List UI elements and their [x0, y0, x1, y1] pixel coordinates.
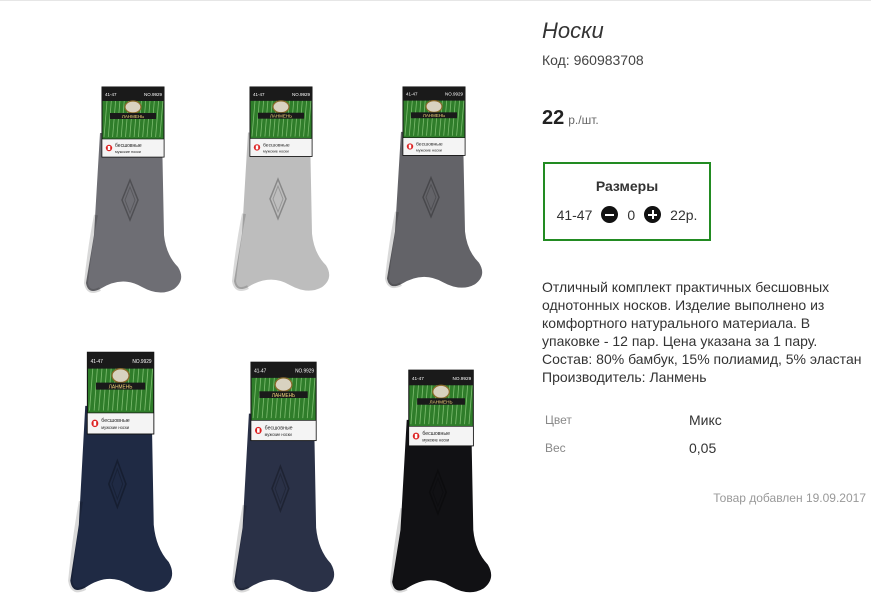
size-row: 41-47 0 22р.: [545, 206, 709, 223]
package-caption-mens: мужские носки: [265, 432, 293, 437]
size-label: 41-47: [556, 206, 593, 223]
property-weight-label: Вес: [545, 441, 566, 455]
sock-image-2[interactable]: 41-47 NO.9929 ЛАНМЕНЬ бесшовные мужские носк…: [230, 85, 330, 295]
description-line: комфортного натурального материала. В: [542, 315, 811, 331]
sock-image-6[interactable]: 41-47 NO.9929 ЛАНМЕНЬ бесшовные мужские носк…: [388, 368, 492, 597]
package-caption-seamless: бесшовные: [263, 142, 290, 148]
property-color-value: Микс: [689, 412, 722, 428]
sock-image-3[interactable]: 41-47 NO.9929 ЛАНМЕНЬ бесшовные мужские носк…: [383, 85, 483, 292]
description-line: Состав: 80% бамбук, 15% полиамид, 5% эла…: [542, 351, 862, 367]
sock-illustration: 41-47 NO.9929 ЛАНМЕНЬ бесшовныемужские носк…: [384, 86, 483, 289]
package-size-text: 41-47: [412, 376, 424, 382]
package-caption-seamless: бесшовные: [101, 418, 129, 424]
price-value: 22: [542, 107, 565, 129]
product-description: Отличный комплект практичных бесшовных о…: [542, 278, 871, 386]
package-number-text: NO.9929: [445, 92, 464, 97]
package-caption-mens: мужские носки: [101, 425, 129, 430]
package-brand-text: ЛАНМЕНЬ: [272, 393, 295, 399]
sock-illustration: 41-47 NO.9929 ЛАНМЕНЬ бесшовныемужские носк…: [231, 86, 330, 292]
description-line: упаковке - 12 пар. Цена указана за 1 пар…: [542, 333, 818, 349]
sock-illustration: 41-47 NO.9929 ЛАНМЕНЬ бесшовныемужские носк…: [390, 369, 492, 593]
sock-image-5[interactable]: 41-47 NO.9929 ЛАНМЕНЬ бесшовные мужские носк…: [230, 360, 335, 597]
description-line: Отличный комплект практичных бесшовных: [542, 279, 830, 295]
description-line: однотонных носков. Изделие выполнено из: [542, 297, 825, 313]
sock-illustration: 41-47 NO.9929 ЛАНМЕНЬ бесшовныемужские носк…: [232, 361, 335, 593]
package-size-text: 41-47: [254, 368, 266, 374]
package-brand-text: ЛАНМЕНЬ: [430, 400, 453, 406]
sock-image-4[interactable]: 41-47 NO.9929 ЛАНМЕНЬ бесшовные мужские носк…: [66, 350, 173, 597]
package-caption-seamless: бесшовные: [265, 425, 293, 431]
quantity-value[interactable]: 0: [627, 207, 635, 223]
package-caption-mens: мужские носки: [416, 148, 442, 152]
product-gallery: 41-47 NO.9929 ЛАНМЕНЬ бесшовные мужские носк…: [0, 0, 520, 597]
product-price: 22 р./шт.: [542, 107, 599, 130]
package-caption-mens: мужские носки: [263, 149, 289, 153]
sizes-title: Размеры: [595, 178, 659, 194]
sock-image-1[interactable]: 41-47 NO.9929 ЛАНМЕНЬ бесшовные мужские носк…: [82, 85, 182, 297]
date-added: Товар добавлен 19.09.2017: [713, 491, 866, 505]
product-title: Носки: [542, 18, 604, 43]
size-price: 22р.: [670, 206, 698, 223]
package-number-text: NO.9929: [452, 376, 471, 382]
package-size-text: 41-47: [91, 359, 103, 365]
package-caption-mens: мужские носки: [422, 437, 449, 442]
price-unit: р./шт.: [568, 113, 599, 127]
property-weight-value: 0,05: [689, 440, 717, 456]
description-line: Производитель: Ланмень: [542, 369, 707, 385]
increase-quantity-button[interactable]: [644, 206, 662, 223]
product-code: Код: 960983708: [542, 52, 644, 68]
package-brand-text: ЛАНМЕНЬ: [122, 114, 144, 119]
sizes-panel: Размеры 41-47 0 22р.: [543, 162, 711, 241]
package-size-text: 41-47: [406, 92, 418, 97]
sock-illustration: 41-47 NO.9929 ЛАНМЕНЬ бесшовныемужские носк…: [83, 86, 182, 293]
package-caption-seamless: бесшовные: [416, 142, 443, 148]
package-brand-text: ЛАНМЕНЬ: [109, 384, 133, 390]
package-brand-text: ЛАНМЕНЬ: [423, 113, 445, 118]
minus-icon: [605, 213, 615, 216]
product-info: Носки Код: 960983708 22 р./шт. Размеры 41…: [542, 0, 871, 597]
decrease-quantity-button[interactable]: [601, 206, 619, 223]
property-color-label: Цвет: [545, 413, 572, 427]
package-brand-text: ЛАНМЕНЬ: [270, 114, 292, 119]
package-caption-mens: мужские носки: [115, 150, 141, 154]
package-size-text: 41-47: [253, 92, 265, 97]
sock-illustration: 41-47 NO.9929 ЛАНМЕНЬ бесшовныемужские носк…: [68, 351, 173, 593]
package-number-text: NO.9929: [144, 92, 163, 97]
package-caption-seamless: бесшовные: [115, 143, 142, 149]
package-number-text: NO.9929: [292, 92, 310, 97]
package-caption-seamless: бесшовные: [422, 431, 450, 437]
package-number-text: NO.9929: [295, 368, 314, 374]
package-size-text: 41-47: [105, 92, 117, 97]
package-number-text: NO.9929: [132, 359, 151, 365]
